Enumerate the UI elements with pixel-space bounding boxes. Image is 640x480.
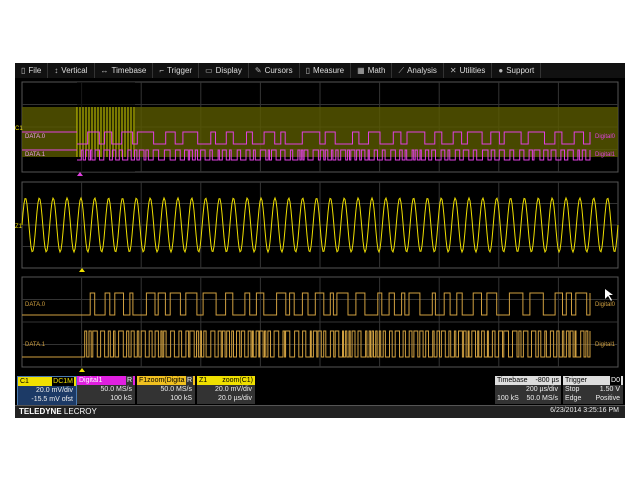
menu-measure[interactable]: ▯ Measure [300, 63, 352, 78]
digital1-descriptor[interactable]: Digital1 R 50.0 MS/s 100 kS [77, 376, 135, 404]
samples: 100 kS [497, 395, 519, 402]
trigger-mode: Stop [565, 386, 580, 393]
menu-vertical[interactable]: ↕ Vertical [48, 63, 95, 78]
digital0-label: Digital0 [595, 134, 616, 140]
support-icon: ● [498, 66, 504, 75]
measure-icon: ▯ [305, 66, 310, 75]
data0-label: DATA.0 [25, 134, 46, 140]
menu-label: Cursors [264, 66, 293, 75]
menu-label: Display [215, 66, 242, 75]
function-title: zoom(C1) [222, 377, 253, 384]
function-title: zoom(Digita [147, 377, 185, 384]
menu-cursors[interactable]: ✎ Cursors [249, 63, 300, 78]
menu-label: Vertical [61, 66, 88, 75]
cursors-icon: ✎ [254, 66, 262, 75]
menu-support[interactable]: ● Support [492, 63, 542, 78]
z1-descriptor[interactable]: Z1 zoom(C1) 20.0 mV/div 20.0 µs/div [197, 376, 255, 404]
oscilloscope-screen: ▯ File ↕ Vertical ↔ Timebase ⌐ Trigger ▭ Display ✎… [15, 63, 625, 418]
menu-label: Timebase [111, 66, 147, 75]
trigger-label: Trigger [565, 377, 587, 384]
offset: -15.5 mV ofst [31, 396, 73, 403]
record-length: 100 kS [110, 395, 132, 402]
trigger-type: Edge [565, 395, 582, 402]
badge: R [185, 376, 193, 385]
trigger-slope: Positive [595, 395, 620, 402]
sample-rate: 50.0 MS/s [100, 386, 132, 393]
display-icon: ▭ [205, 66, 213, 75]
timebase-label: Timebase [497, 377, 528, 384]
digital0-label: Digital0 [595, 302, 616, 308]
z1-label: Z1 [15, 224, 23, 230]
timestamp: 6/23/2014 3:25:16 PM [550, 407, 619, 414]
trigger-level: 1.50 V [599, 386, 620, 393]
menu-analysis[interactable]: ⟋ Analysis [392, 63, 444, 78]
menu-label: Trigger [167, 66, 193, 75]
channel-name: F1 [139, 377, 148, 384]
vertical-icon: ↕ [54, 66, 59, 75]
digital1-label: Digital1 [595, 342, 616, 348]
vertical-scale: 20.0 mV/div [215, 386, 252, 393]
badge: R [125, 376, 133, 385]
digital1-label: Digital1 [595, 152, 616, 158]
menu-trigger[interactable]: ⌐ Trigger [153, 63, 200, 78]
timebase-icon: ↔ [100, 66, 109, 75]
math-icon: ▦ [357, 66, 365, 75]
f1-descriptor[interactable]: F1zoom(Digita R 50.0 MS/s 100 kS [137, 376, 195, 404]
menu-bar: ▯ File ↕ Vertical ↔ Timebase ⌐ Trigger ▭ Display ✎… [15, 63, 625, 78]
data1-label: DATA.1 [25, 342, 46, 348]
analysis-icon: ⟋ [398, 65, 405, 75]
timebase-descriptor[interactable]: Timebase -800 µs 200 µs/div 100 kS 50.0 MS… [495, 376, 561, 404]
timebase-delay: -800 µs [535, 377, 560, 384]
vertical-scale: 20.0 mV/div [36, 387, 73, 394]
menu-utilities[interactable]: ✕ Utilities [444, 63, 493, 78]
sample-rate: 50.0 MS/s [526, 395, 558, 402]
menu-label: Measure [313, 66, 345, 75]
menu-label: Utilities [459, 66, 486, 75]
file-icon: ▯ [21, 66, 26, 75]
data0-label: DATA.0 [25, 302, 46, 308]
coupling-badge: DC1M [52, 377, 74, 386]
menu-label: Math [367, 66, 386, 75]
menu-timebase[interactable]: ↔ Timebase [95, 63, 154, 78]
trigger-descriptor[interactable]: Trigger D0 Stop 1.50 V Edge Positive [563, 376, 623, 404]
data1-label: DATA.1 [25, 152, 46, 158]
channel-c1-descriptor[interactable]: C1 DC1M 20.0 mV/div -15.5 mV ofst [17, 376, 77, 406]
time-per-div: 200 µs/div [525, 386, 558, 393]
waveform-area: DATA.0 DATA.1 Digital0 Digital1 C1 Z1 DATA.0 DA… [15, 81, 619, 372]
menu-display[interactable]: ▭ Display [199, 63, 249, 78]
trigger-source-badge: D0 [610, 376, 621, 385]
channel-name: Digital1 [79, 377, 103, 384]
trigger-icon: ⌐ [159, 66, 165, 75]
menu-label: File [28, 66, 42, 75]
menu-label: Analysis [407, 66, 437, 75]
channel-name: C1 [20, 378, 29, 385]
horizontal-scale: 20.0 µs/div [218, 395, 252, 402]
sample-rate: 50.0 MS/s [160, 386, 192, 393]
channel-name: Z1 [199, 377, 208, 384]
trigger-marker [77, 172, 83, 176]
status-footer: TELEDYNE LECROY 6/23/2014 3:25:16 PM [15, 405, 625, 418]
menu-file[interactable]: ▯ File [15, 63, 49, 78]
menu-math[interactable]: ▦ Math [351, 63, 393, 78]
c1-label: C1 [15, 126, 23, 132]
trigger-marker [79, 268, 85, 272]
record-length: 100 kS [170, 395, 192, 402]
trigger-marker [79, 368, 85, 372]
utilities-icon: ✕ [449, 66, 457, 75]
brand-logo: TELEDYNE LECROY [19, 407, 97, 416]
menu-label: Support [506, 66, 535, 75]
